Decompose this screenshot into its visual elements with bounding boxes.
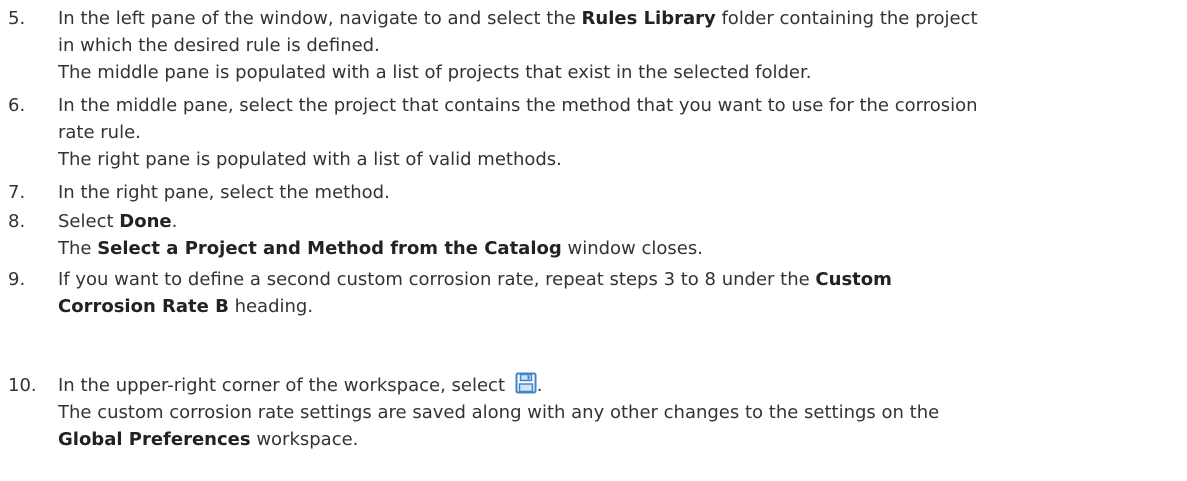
bold-term: Done [119,211,172,232]
text-run: If you want to define a second custom co… [58,269,816,290]
save-icon [515,372,537,394]
text-run: folder containing the project [715,8,978,29]
text-run: In the right pane, select the method. [58,182,390,203]
step-5: 5. In the left pane of the window, navig… [8,5,1178,86]
bold-term: Corrosion Rate B [58,296,229,317]
step-line: Select Done. [58,208,1178,235]
step-10: 10. In the upper-right corner of the wor… [8,372,1178,453]
step-result: The right pane is populated with a list … [58,146,1178,173]
step-line: If you want to define a second custom co… [58,266,1178,293]
step-result: The middle pane is populated with a list… [58,59,1178,86]
step-body: In the upper-right corner of the workspa… [58,372,1178,453]
text-run: window closes. [561,238,703,259]
step-8: 8. Select Done. The Select a Project and… [8,208,1178,262]
step-number: 5. [8,8,26,29]
step-number: 7. [8,182,26,203]
step-number: 9. [8,269,26,290]
step-body: If you want to define a second custom co… [58,266,1178,320]
text-run: The right pane is populated with a list … [58,149,562,170]
step-6: 6. In the middle pane, select the projec… [8,92,1178,173]
step-line: In the left pane of the window, navigate… [58,5,1178,32]
text-run: The middle pane is populated with a list… [58,62,812,83]
text-run: In the upper-right corner of the workspa… [58,375,511,396]
text-run: In the left pane of the window, navigate… [58,8,582,29]
procedure-document: 5. In the left pane of the window, navig… [0,0,1187,481]
text-run: rate rule. [58,122,141,143]
bold-term: Select a Project and Method from the Cat… [97,238,562,259]
text-run: . [171,211,178,232]
step-result: Global Preferences workspace. [58,426,1178,453]
text-run: The [58,238,98,259]
text-run: . [536,375,543,396]
step-line: In the upper-right corner of the workspa… [58,372,1178,399]
text-run: Select [58,211,120,232]
bold-term: Global Preferences [58,429,251,450]
step-line: in which the desired rule is defined. [58,32,1178,59]
text-run: workspace. [250,429,359,450]
text-run: In the middle pane, select the project t… [58,95,978,116]
step-body: Select Done. The Select a Project and Me… [58,208,1178,262]
step-number: 6. [8,95,26,116]
step-body: In the middle pane, select the project t… [58,92,1178,173]
step-line: Corrosion Rate B heading. [58,293,1178,320]
step-line: rate rule. [58,119,1178,146]
step-result: The custom corrosion rate settings are s… [58,399,1178,426]
text-run: The custom corrosion rate settings are s… [58,402,940,423]
bold-term: Rules Library [581,8,716,29]
step-number: 8. [8,211,26,232]
step-number: 10. [8,375,37,396]
step-line: In the right pane, select the method. [58,179,1178,206]
text-run: in which the desired rule is defined. [58,35,380,56]
step-7: 7. In the right pane, select the method. [8,179,1178,206]
step-body: In the right pane, select the method. [58,179,1178,206]
step-body: In the left pane of the window, navigate… [58,5,1178,86]
step-line: In the middle pane, select the project t… [58,92,1178,119]
step-result: The Select a Project and Method from the… [58,235,1178,262]
bold-term: Custom [815,269,892,290]
step-9: 9. If you want to define a second custom… [8,266,1178,320]
text-run: heading. [228,296,314,317]
